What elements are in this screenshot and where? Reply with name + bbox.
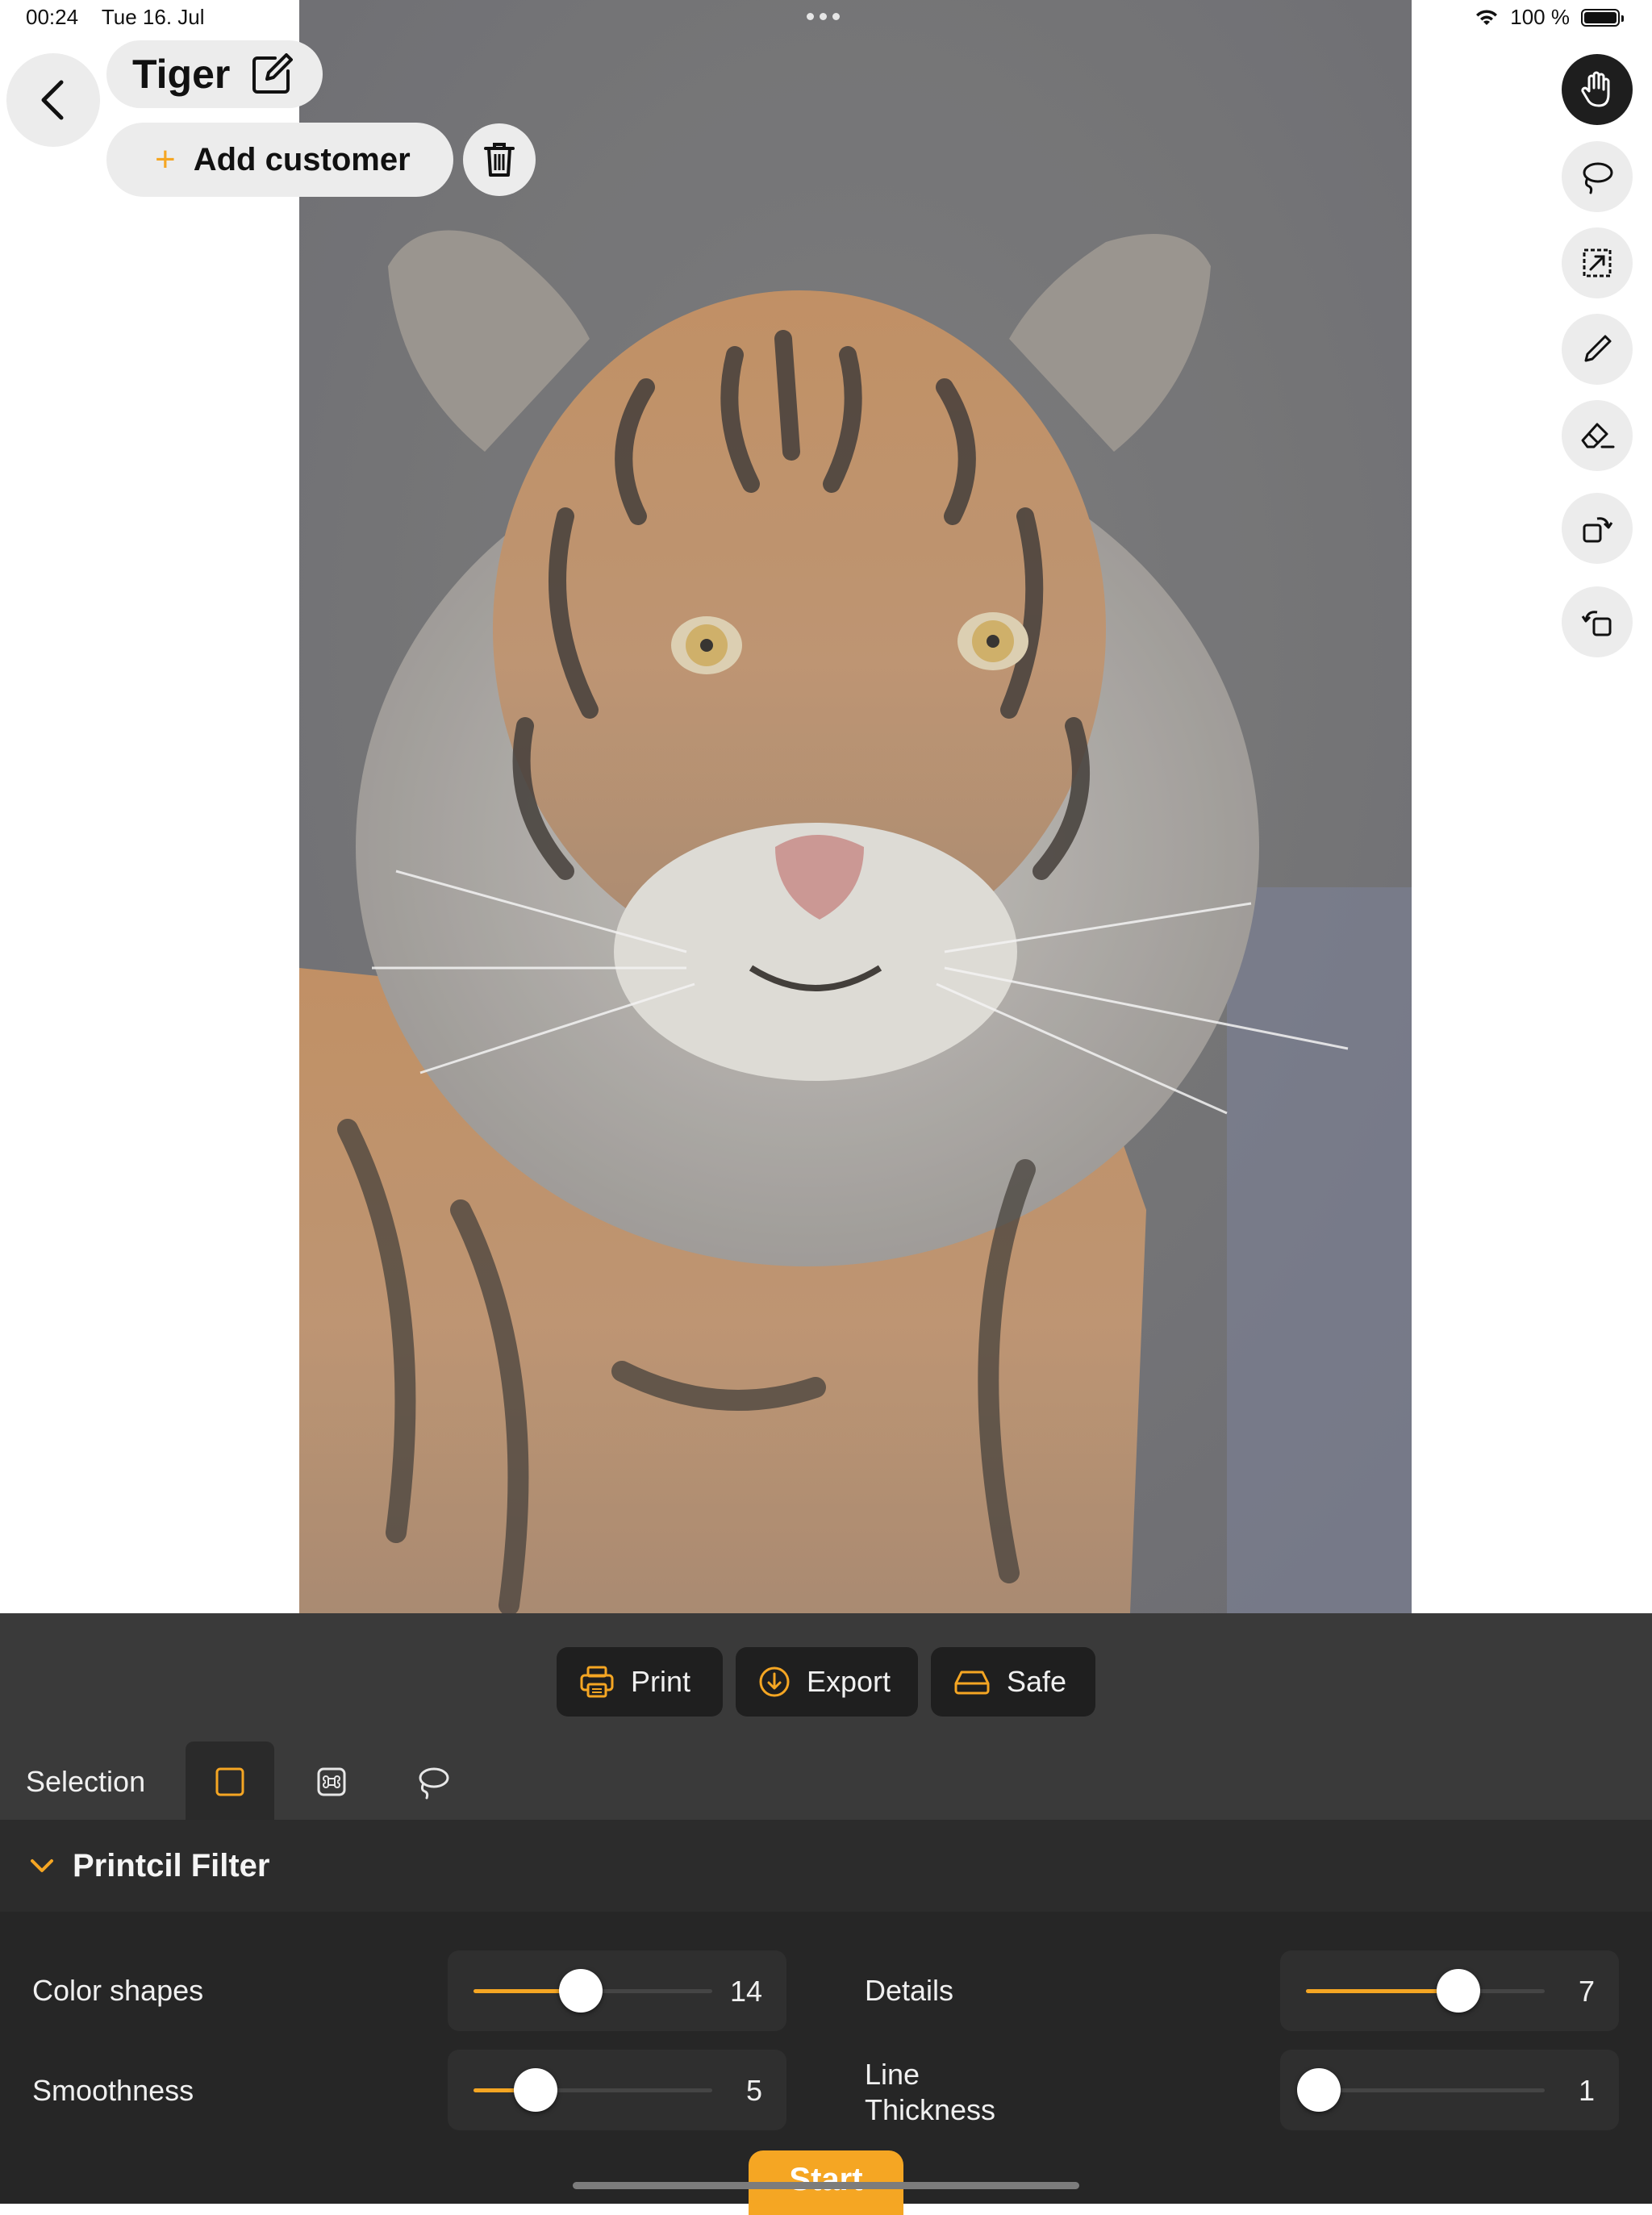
- add-customer-button[interactable]: + Add customer: [106, 123, 453, 197]
- more-options-handle[interactable]: [807, 13, 840, 20]
- filter-title: Printcil Filter: [73, 1847, 270, 1883]
- edit-icon[interactable]: [251, 53, 294, 95]
- photo-canvas[interactable]: [299, 0, 1412, 1613]
- selection-label: Selection: [26, 1765, 146, 1798]
- selection-command-button[interactable]: [287, 1742, 376, 1822]
- download-circle-icon: [759, 1666, 790, 1697]
- command-icon: [317, 1767, 346, 1796]
- smoothness-label: Smoothness: [32, 2074, 194, 2107]
- print-label: Print: [631, 1665, 691, 1698]
- safe-label: Safe: [1007, 1665, 1067, 1698]
- color-shapes-value: 14: [729, 1975, 762, 2008]
- print-button[interactable]: Print: [557, 1647, 723, 1717]
- battery-percent: 100 %: [1510, 5, 1570, 29]
- lasso-tool-button[interactable]: [1562, 141, 1633, 212]
- battery-icon: [1581, 8, 1624, 27]
- eraser-tool-button[interactable]: [1562, 400, 1633, 471]
- chevron-left-icon: [41, 80, 64, 120]
- document-title-pill[interactable]: Tiger: [106, 40, 323, 108]
- details-slider[interactable]: 7: [1280, 1950, 1619, 2031]
- line-thickness-value: 1: [1578, 2074, 1595, 2107]
- smoothness-slider[interactable]: 5: [448, 2050, 786, 2130]
- resize-tool-button[interactable]: [1562, 227, 1633, 298]
- tiger-photo: [299, 0, 1412, 1613]
- export-button[interactable]: Export: [736, 1647, 918, 1717]
- filter-section-header[interactable]: Printcil Filter: [0, 1820, 1652, 1912]
- hand-tool-button[interactable]: [1562, 54, 1633, 125]
- square-icon: [215, 1767, 244, 1796]
- rotate-right-icon: [1583, 517, 1613, 543]
- status-time: 00:24: [26, 5, 79, 29]
- details-label: Details: [865, 1974, 954, 2007]
- rotate-left-icon: [1581, 611, 1612, 636]
- lasso-icon: [419, 1767, 449, 1800]
- color-shapes-label: Color shapes: [32, 1974, 204, 2007]
- slider-knob[interactable]: [513, 2068, 557, 2112]
- hand-icon: [1581, 71, 1610, 107]
- rotate-right-tool-button[interactable]: [1562, 493, 1633, 564]
- back-button[interactable]: [6, 53, 100, 147]
- home-indicator[interactable]: [573, 2182, 1079, 2189]
- document-title: Tiger: [132, 52, 231, 97]
- lasso-icon: [1583, 162, 1613, 194]
- status-bar-right: 100 %: [1475, 5, 1624, 30]
- line-thickness-label: Line Thickness: [865, 2058, 996, 2126]
- status-date: Tue 16. Jul: [101, 5, 205, 29]
- details-value: 7: [1578, 1975, 1595, 2008]
- export-label: Export: [807, 1665, 891, 1698]
- trash-icon: [484, 143, 515, 177]
- delete-button[interactable]: [463, 123, 536, 196]
- printer-icon: [580, 1666, 614, 1698]
- wifi-icon: [1476, 9, 1498, 25]
- add-customer-label: Add customer: [193, 141, 411, 177]
- smoothness-value: 5: [745, 2074, 762, 2107]
- pencil-icon: [1584, 335, 1612, 362]
- slider-knob[interactable]: [1297, 2068, 1341, 2112]
- action-bar: Print Export Safe: [0, 1647, 1652, 1717]
- color-shapes-slider[interactable]: 14: [448, 1950, 786, 2031]
- eraser-icon: [1581, 423, 1615, 448]
- chevron-down-icon: [31, 1859, 53, 1872]
- rotate-left-tool-button[interactable]: [1562, 586, 1633, 657]
- status-bar-left: 00:24 Tue 16. Jul: [26, 5, 223, 30]
- slider-knob[interactable]: [1437, 1969, 1481, 2013]
- selection-lasso-button[interactable]: [389, 1742, 478, 1822]
- plus-icon: +: [155, 140, 176, 179]
- line-thickness-slider[interactable]: 1: [1280, 2050, 1619, 2130]
- pencil-tool-button[interactable]: [1562, 314, 1633, 385]
- drive-icon: [954, 1671, 990, 1695]
- slider-knob[interactable]: [559, 1969, 603, 2013]
- resize-icon: [1583, 248, 1612, 277]
- selection-rectangle-button[interactable]: [186, 1742, 274, 1822]
- safe-button[interactable]: Safe: [931, 1647, 1095, 1717]
